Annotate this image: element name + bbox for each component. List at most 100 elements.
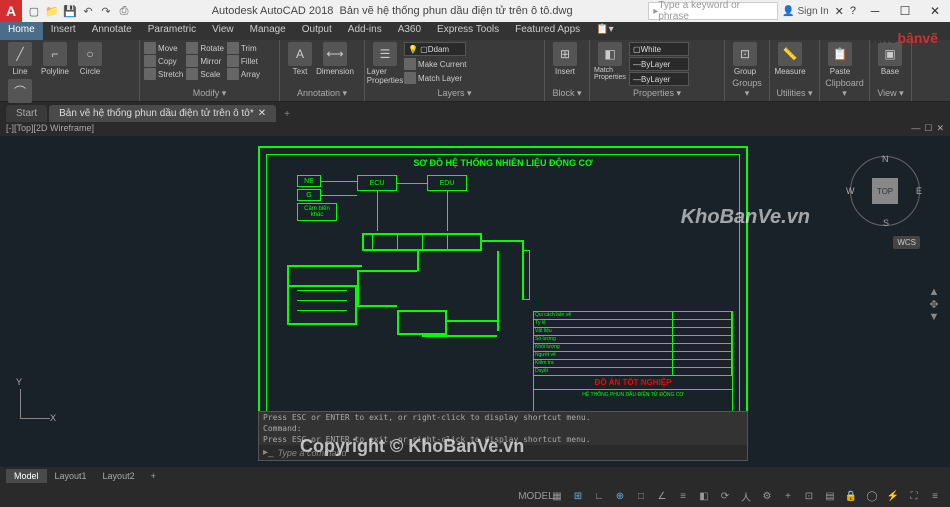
move-tool[interactable]: Move — [144, 42, 183, 54]
panel-label-utilities[interactable]: Utilities ▾ — [774, 87, 815, 99]
paste-tool[interactable]: 📋Paste — [824, 42, 856, 76]
layout-tab-1[interactable]: Layout1 — [47, 469, 95, 483]
measure-tool[interactable]: 📏Measure — [774, 42, 806, 76]
stretch-tool[interactable]: Stretch — [144, 68, 183, 80]
clean-screen-icon[interactable]: ⛶ — [905, 488, 923, 504]
wcs-badge[interactable]: WCS — [893, 236, 920, 249]
tab-parametric[interactable]: Parametric — [140, 22, 204, 40]
tab-view[interactable]: View — [204, 22, 242, 40]
tab-annotate[interactable]: Annotate — [84, 22, 140, 40]
file-tab-start[interactable]: Start — [6, 105, 47, 122]
insert-tool[interactable]: ⊞Insert — [549, 42, 581, 76]
vp-restore-icon[interactable]: ☐ — [924, 123, 932, 133]
mirror-tool[interactable]: Mirror — [186, 55, 224, 67]
panel-label-clipboard[interactable]: Clipboard ▾ — [824, 77, 865, 99]
isolate-icon[interactable]: ◯ — [863, 488, 881, 504]
workspace-icon[interactable]: ⚙ — [758, 488, 776, 504]
base-tool[interactable]: ▣Base — [874, 42, 906, 76]
circle-tool[interactable]: ○Circle — [74, 42, 106, 76]
annotation-toggle-icon[interactable]: 人 — [737, 488, 755, 504]
tab-a360[interactable]: A360 — [390, 22, 429, 40]
fillet-tool[interactable]: Fillet — [227, 55, 260, 67]
file-tab-drawing[interactable]: Bản vẽ hệ thống phun dầu điện tử trên ô … — [49, 105, 276, 122]
close-tab-icon[interactable]: ✕ — [258, 108, 266, 119]
help-search-input[interactable]: ▸ Type a keyword or phrase — [648, 2, 778, 20]
customize-icon[interactable]: ≡ — [926, 488, 944, 504]
signin-button[interactable]: 👤 Sign In — [782, 6, 828, 17]
panel-label-annotation[interactable]: Annotation ▾ — [284, 87, 360, 99]
viewcube[interactable]: TOP NSEW — [850, 156, 920, 226]
panel-label-modify[interactable]: Modify ▾ — [144, 87, 275, 99]
lock-ui-icon[interactable]: 🔒 — [842, 488, 860, 504]
color-dropdown[interactable]: ▢ White — [629, 42, 689, 56]
match-properties-tool[interactable]: ◧Match Properties — [594, 42, 626, 81]
model-toggle[interactable]: MODEL — [527, 488, 545, 504]
panel-label-view[interactable]: View ▾ — [874, 87, 907, 99]
layer-properties-tool[interactable]: ☰Layer Properties — [369, 42, 401, 85]
units-icon[interactable]: ⊡ — [800, 488, 818, 504]
tab-express[interactable]: Express Tools — [429, 22, 507, 40]
array-tool[interactable]: Array — [227, 68, 260, 80]
help-icon[interactable]: ? — [850, 5, 856, 17]
maximize-button[interactable]: ☐ — [890, 0, 920, 22]
hardware-accel-icon[interactable]: ⚡ — [884, 488, 902, 504]
annotation-monitor-icon[interactable]: + — [779, 488, 797, 504]
add-layout-button[interactable]: + — [143, 469, 164, 483]
vp-close-icon[interactable]: ✕ — [936, 123, 944, 133]
qat-print-icon[interactable]: ⎙ — [116, 3, 132, 19]
vp-minimize-icon[interactable]: — — [911, 123, 920, 133]
close-button[interactable]: ✕ — [920, 0, 950, 22]
polar-toggle-icon[interactable]: ⊕ — [611, 488, 629, 504]
snap-toggle-icon[interactable]: ⊞ — [569, 488, 587, 504]
polyline-tool[interactable]: ⌐Polyline — [39, 42, 71, 76]
cycling-toggle-icon[interactable]: ⟳ — [716, 488, 734, 504]
exchange-icon[interactable]: ✕ — [835, 5, 844, 18]
make-current-tool[interactable]: Make Current — [404, 58, 466, 70]
layer-dropdown[interactable]: 💡 ▢ Ddam — [404, 42, 466, 56]
osnap-toggle-icon[interactable]: □ — [632, 488, 650, 504]
qat-undo-icon[interactable]: ↶ — [80, 3, 96, 19]
tab-manage[interactable]: Manage — [242, 22, 294, 40]
line-tool[interactable]: ╱Line — [4, 42, 36, 76]
panel-label-layers[interactable]: Layers ▾ — [369, 87, 540, 99]
new-tab-button[interactable]: + — [278, 107, 296, 122]
transparency-toggle-icon[interactable]: ◧ — [695, 488, 713, 504]
lineweight-dropdown[interactable]: — ByLayer — [629, 57, 689, 71]
watermark-text: KhoBanVe.vn — [681, 206, 810, 229]
text-tool[interactable]: AText — [284, 42, 316, 76]
grid-toggle-icon[interactable]: ▦ — [548, 488, 566, 504]
tab-output[interactable]: Output — [294, 22, 340, 40]
nav-bar[interactable]: ▲✥▼ — [926, 286, 942, 323]
copy-tool[interactable]: Copy — [144, 55, 183, 67]
linetype-dropdown[interactable]: — ByLayer — [629, 72, 689, 86]
panel-label-block[interactable]: Block ▾ — [549, 87, 585, 99]
qat-redo-icon[interactable]: ↷ — [98, 3, 114, 19]
rotate-tool[interactable]: Rotate — [186, 42, 224, 54]
app-logo[interactable]: A — [0, 0, 22, 22]
tab-home[interactable]: Home — [0, 22, 43, 40]
scale-tool[interactable]: Scale — [186, 68, 224, 80]
quick-props-icon[interactable]: ▤ — [821, 488, 839, 504]
panel-label-groups[interactable]: Groups ▾ — [729, 77, 765, 99]
match-layer-tool[interactable]: Match Layer — [404, 72, 466, 84]
minimize-button[interactable]: ─ — [860, 0, 890, 22]
lineweight-toggle-icon[interactable]: ≡ — [674, 488, 692, 504]
panel-label-properties[interactable]: Properties ▾ — [594, 87, 720, 99]
tab-expand-icon[interactable]: 📋▾ — [588, 22, 621, 40]
qat-open-icon[interactable]: 📁 — [44, 3, 60, 19]
tab-addins[interactable]: Add-ins — [340, 22, 390, 40]
ortho-toggle-icon[interactable]: ∟ — [590, 488, 608, 504]
layout-tab-model[interactable]: Model — [6, 469, 47, 483]
watermark-logo: Khobânvẽ — [870, 30, 938, 46]
tab-featured[interactable]: Featured Apps — [507, 22, 588, 40]
qat-new-icon[interactable]: ▢ — [26, 3, 42, 19]
dimension-tool[interactable]: ⟷Dimension — [319, 42, 351, 76]
viewport-controls[interactable]: [-][Top][2D Wireframe] — [6, 123, 94, 135]
layout-tab-2[interactable]: Layout2 — [95, 469, 143, 483]
qat-save-icon[interactable]: 💾 — [62, 3, 78, 19]
trim-tool[interactable]: Trim — [227, 42, 260, 54]
tab-insert[interactable]: Insert — [43, 22, 84, 40]
otrack-toggle-icon[interactable]: ∠ — [653, 488, 671, 504]
drawing-canvas[interactable]: SƠ ĐỒ HỆ THỐNG NHIÊN LIỆU ĐỘNG CƠ NE G C… — [0, 136, 950, 467]
group-tool[interactable]: ⊡Group — [729, 42, 761, 76]
